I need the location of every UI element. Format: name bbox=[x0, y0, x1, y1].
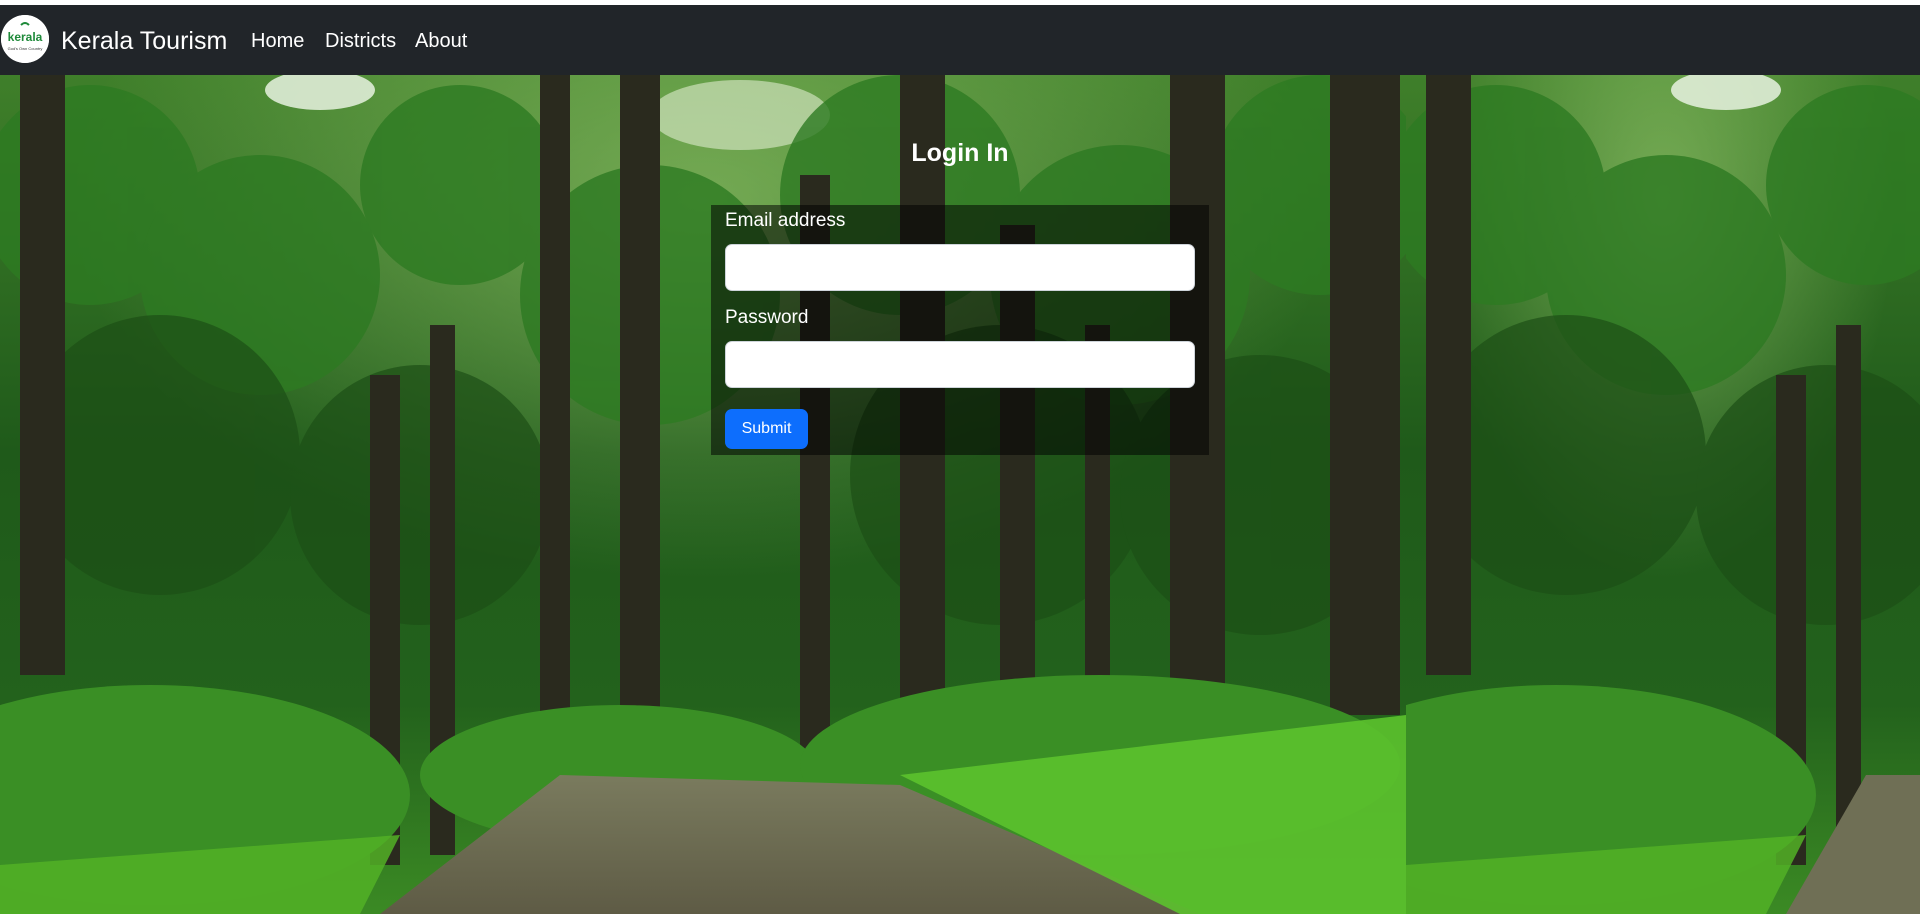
navbar: kerala God's Own Country Kerala Tourism … bbox=[0, 5, 1920, 75]
email-field[interactable] bbox=[725, 244, 1195, 291]
brand-title[interactable]: Kerala Tourism bbox=[61, 26, 227, 56]
forest-background-main bbox=[0, 75, 1406, 914]
password-label: Password bbox=[725, 307, 809, 328]
nav-link-about[interactable]: About bbox=[415, 28, 467, 54]
login-title: Login In bbox=[911, 139, 1009, 167]
password-field[interactable] bbox=[725, 341, 1195, 388]
login-form: Email address Password Submit bbox=[711, 205, 1209, 455]
kerala-tourism-logo-icon[interactable]: kerala God's Own Country bbox=[1, 15, 49, 63]
nav-link-home[interactable]: Home bbox=[251, 28, 304, 54]
forest-background-repeat bbox=[1406, 75, 1920, 914]
logo-subtext: God's Own Country bbox=[8, 46, 43, 51]
forest-background bbox=[0, 75, 1920, 914]
email-label: Email address bbox=[725, 210, 846, 231]
nav-link-districts[interactable]: Districts bbox=[325, 28, 396, 54]
submit-button[interactable]: Submit bbox=[725, 409, 808, 449]
logo-text: kerala bbox=[8, 30, 43, 44]
page: kerala God's Own Country Kerala Tourism … bbox=[0, 0, 1920, 914]
